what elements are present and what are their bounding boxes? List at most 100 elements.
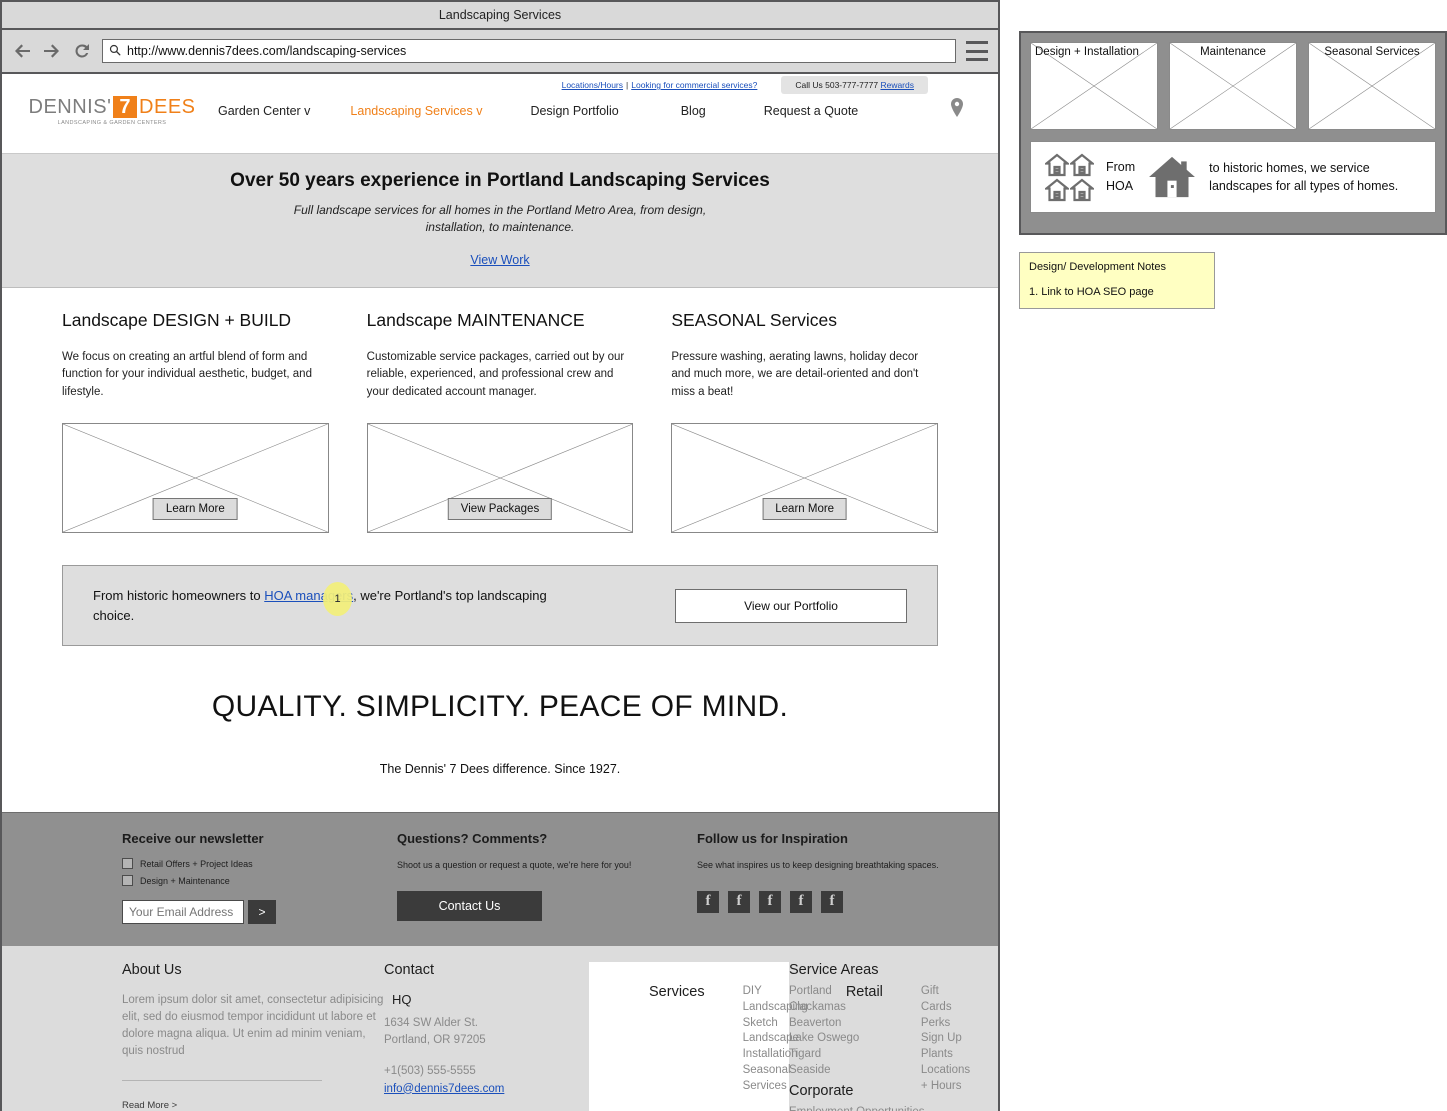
tagline-sub: The Dennis' 7 Dees difference. Since 192…: [379, 762, 621, 777]
nav-item-landscaping-services[interactable]: Landscaping Services v: [350, 104, 482, 118]
footer-bottom: About Us Lorem ipsum dolor sit amet, con…: [2, 946, 998, 1111]
read-more-link[interactable]: Read More >: [122, 1100, 177, 1111]
view-packages-button[interactable]: View Packages: [447, 498, 553, 521]
footer-about-column: About Us Lorem ipsum dolor sit amet, con…: [122, 962, 384, 1111]
list-item[interactable]: Seaside: [789, 1063, 999, 1079]
nav-item-blog[interactable]: Blog: [681, 104, 706, 118]
facebook-icon[interactable]: f: [697, 890, 719, 913]
hero-banner: Over 50 years experience in Portland Lan…: [2, 154, 998, 288]
service-body: We focus on creating an artful blend of …: [62, 350, 312, 398]
service-title: Landscape MAINTENANCE: [366, 309, 585, 330]
service-areas-title: Service Areas: [789, 962, 879, 979]
logo-word-dennis: DENNIS': [28, 96, 112, 118]
list-item[interactable]: Clackamas: [789, 1000, 999, 1016]
service-body: Pressure washing, aerating lawns, holida…: [671, 350, 919, 398]
contact-us-button[interactable]: Contact Us: [397, 890, 542, 921]
follow-body: See what inspires us to keep designing b…: [697, 860, 939, 871]
newsletter-option-design[interactable]: Design + Maintenance: [122, 875, 397, 887]
contact-email-link[interactable]: info@dennis7dees.com: [384, 1083, 504, 1095]
back-arrow-icon[interactable]: [12, 41, 32, 61]
nav-item-design-portfolio[interactable]: Design Portfolio: [530, 104, 618, 118]
service-title: Landscape DESIGN + BUILD: [62, 309, 292, 330]
annotation-marker-1: 1: [323, 582, 352, 617]
search-icon: [109, 44, 121, 59]
from-hoa-label: From HOA: [1106, 160, 1136, 193]
facebook-icon[interactable]: f: [728, 890, 750, 913]
checkbox-retail-offers[interactable]: [122, 858, 133, 870]
checkbox-label: Retail Offers + Project Ideas: [140, 858, 253, 869]
cta-band: From historic homeowners to HOA managers…: [62, 565, 938, 647]
logo-word-dees: DEES: [139, 96, 196, 118]
footer-services-column: Services DIY Landscaping Sketch Landscap…: [589, 962, 970, 1111]
annotation-hoa-copy: to historic homes, we service landscapes…: [1209, 160, 1399, 193]
call-us-text: Call Us 503-777-7777: [795, 80, 879, 90]
list-item[interactable]: Tigard: [789, 1047, 999, 1063]
view-work-link[interactable]: View Work: [470, 253, 529, 267]
annotation-thumb-maintenance: Maintenance: [1169, 42, 1297, 130]
utility-separator: |: [626, 80, 629, 90]
about-body: Lorem ipsum dolor sit amet, consectetur …: [122, 994, 384, 1058]
reload-icon[interactable]: [72, 41, 92, 61]
questions-body: Shoot us a question or request a quote, …: [397, 860, 632, 871]
annotation-thumb-row: Design + Installation Maintenance Season…: [1030, 42, 1436, 130]
questions-title: Questions? Comments?: [397, 831, 548, 847]
window-title: Landscaping Services: [438, 8, 562, 22]
checkbox-design-maintenance[interactable]: [122, 875, 133, 887]
email-submit-button[interactable]: >: [248, 900, 276, 925]
forward-arrow-icon[interactable]: [42, 41, 62, 61]
service-column-seasonal: SEASONAL Services Pressure washing, aera…: [671, 310, 939, 534]
site-logo[interactable]: DENNIS' 7 DEES LANDSCAPING & GARDEN CENT…: [29, 96, 195, 127]
newsletter-title: Receive our newsletter: [122, 831, 264, 847]
url-input[interactable]: http://www.dennis7dees.com/landscaping-s…: [102, 39, 956, 63]
service-image-placeholder: View Packages: [366, 423, 634, 534]
call-us-pill: Call Us 503-777-7777 Rewards: [781, 76, 928, 94]
facebook-icon[interactable]: f: [821, 890, 843, 913]
four-houses-icon: [1045, 153, 1094, 202]
annotation-thumb-design-installation: Design + Installation: [1030, 42, 1158, 130]
learn-more-button-seasonal[interactable]: Learn More: [762, 498, 848, 521]
view-our-portfolio-button[interactable]: View our Portfolio: [675, 588, 907, 623]
list-item[interactable]: Lake Oswego: [789, 1031, 999, 1047]
facebook-icon[interactable]: f: [790, 890, 812, 913]
main-nav-row: DENNIS' 7 DEES LANDSCAPING & GARDEN CENT…: [2, 96, 998, 127]
facebook-icon[interactable]: f: [759, 890, 781, 913]
hero-subtitle: Full landscape services for all homes in…: [293, 203, 707, 235]
footer-contact-column: Contact HQ 1634 SW Alder St. Portland, O…: [384, 962, 589, 1111]
hamburger-menu-icon[interactable]: [966, 41, 988, 61]
corporate-title: Corporate: [789, 1082, 854, 1099]
annotation-hoa-row: From HOA to historic homes, we service l…: [1030, 141, 1436, 213]
nav-item-request-a-quote[interactable]: Request a Quote: [764, 104, 859, 118]
hq-address: 1634 SW Alder St. Portland, OR 97205: [384, 1017, 486, 1046]
logo-number-seven: 7: [113, 96, 138, 118]
contact-phone: +1(503) 555-5555: [384, 1064, 476, 1077]
follow-title: Follow us for Inspiration: [697, 831, 848, 847]
annotation-thumb-label: Maintenance: [1200, 46, 1266, 58]
follow-block: Follow us for Inspiration See what inspi…: [697, 831, 997, 924]
utility-bar: Locations/Hours | Looking for commercial s…: [2, 76, 998, 94]
service-column-maintenance: Landscape MAINTENANCE Customizable servi…: [366, 309, 634, 534]
commercial-services-link[interactable]: Looking for commercial services?: [631, 80, 757, 90]
list-item[interactable]: Portland: [789, 984, 999, 1000]
email-input[interactable]: [122, 900, 244, 925]
rewards-link[interactable]: Rewards: [880, 80, 914, 90]
map-pin-icon[interactable]: [950, 97, 964, 125]
notes-item-1: 1. Link to HOA SEO page: [1029, 286, 1154, 298]
notes-title: Design/ Development Notes: [1029, 261, 1166, 273]
corporate-list: Employment Opportunities Commercial Serv…: [789, 1105, 999, 1111]
contact-title: Contact: [384, 962, 434, 979]
annotation-thumb-label: Design + Installation: [1035, 46, 1139, 58]
nav-item-garden-center[interactable]: Garden Center v: [218, 104, 310, 118]
list-item[interactable]: Employment Opportunities: [789, 1105, 999, 1111]
footer-service-areas-column: Service Areas Portland Clackamas Beavert…: [789, 962, 999, 1111]
checkbox-label: Design + Maintenance: [140, 875, 230, 886]
cta-section: From historic homeowners to HOA managers…: [2, 533, 998, 647]
site-header: Locations/Hours | Looking for commercial s…: [2, 74, 998, 154]
newsletter-option-retail[interactable]: Retail Offers + Project Ideas: [122, 858, 397, 870]
service-image-placeholder: Learn More: [62, 423, 329, 534]
learn-more-button-design[interactable]: Learn More: [152, 498, 238, 521]
hq-label: HQ: [392, 992, 412, 1008]
list-item[interactable]: Beaverton: [789, 1016, 999, 1032]
locations-hours-link[interactable]: Locations/Hours: [562, 80, 623, 90]
tagline-heading: QUALITY. SIMPLICITY. PEACE OF MIND.: [211, 690, 789, 724]
house-icon: [1147, 155, 1197, 199]
